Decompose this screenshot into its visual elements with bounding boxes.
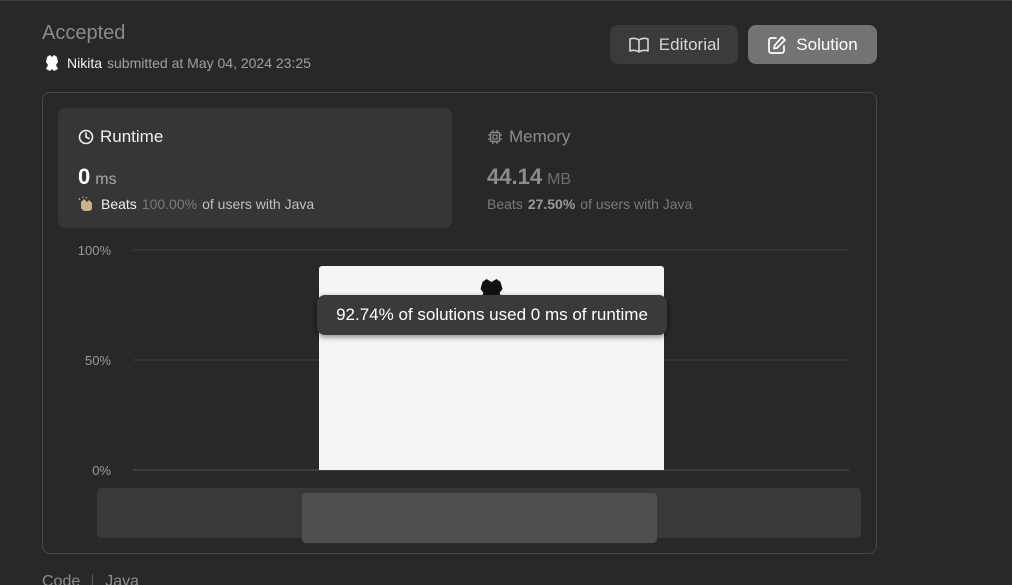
submission-detail-page: Accepted Nikita submitted at May 04, 202… xyxy=(0,0,1012,585)
submission-status: Accepted xyxy=(42,22,126,44)
memory-beats-label: Beats xyxy=(487,196,523,212)
book-open-icon xyxy=(628,37,649,53)
memory-label: Memory xyxy=(509,127,571,146)
memory-beats-row: Beats 27.50% of users with Java xyxy=(487,196,841,212)
runtime-bar-base xyxy=(319,466,664,470)
runtime-label: Runtime xyxy=(100,127,164,146)
runtime-beats-suffix: of users with Java xyxy=(202,196,315,212)
memory-unit: MB xyxy=(547,171,572,188)
code-separator xyxy=(92,574,94,585)
runtime-value-row: 0 ms xyxy=(78,164,432,190)
solution-button-label: Solution xyxy=(796,34,858,54)
submission-meta: Nikita submitted at May 04, 2024 23:25 xyxy=(42,53,311,73)
chip-icon xyxy=(488,130,502,144)
y-tick-label: 100% xyxy=(78,243,112,258)
avatar[interactable] xyxy=(42,53,62,73)
solution-button[interactable]: Solution xyxy=(748,25,877,64)
runtime-card[interactable]: Runtime 0 ms Beats 100.00% of users with… xyxy=(58,108,452,228)
range-scroll-thumb xyxy=(302,493,657,543)
y-tick-label: 0% xyxy=(92,463,111,478)
editorial-button-label: Editorial xyxy=(658,34,721,54)
memory-card-header: Memory xyxy=(487,127,841,147)
memory-value: 44.14 xyxy=(487,164,543,189)
runtime-card-header: Runtime xyxy=(78,127,432,147)
memory-beats-percent: 27.50% xyxy=(527,196,576,212)
editorial-button[interactable]: Editorial xyxy=(610,25,738,64)
code-label: Code xyxy=(42,573,81,585)
username-link[interactable]: Nikita xyxy=(67,55,102,71)
performance-panel: 100% 50% 0% Runtime 0 ms Beats 100.00% o… xyxy=(42,92,877,554)
runtime-value: 0 xyxy=(78,164,91,189)
clapping-hands-icon xyxy=(78,196,92,211)
runtime-beats-label: Beats xyxy=(101,196,137,212)
submitted-at-text: submitted at May 04, 2024 23:25 xyxy=(107,55,311,71)
runtime-beats-percent: 100.00% xyxy=(141,196,198,212)
memory-beats-suffix: of users with Java xyxy=(580,196,693,212)
user-avatar-icon xyxy=(46,55,58,71)
language-label: Java xyxy=(105,573,140,585)
code-section-header: Code Java xyxy=(42,573,139,585)
memory-card[interactable]: Memory 44.14 MB Beats 27.50% of users wi… xyxy=(467,108,861,228)
runtime-unit: ms xyxy=(95,171,117,188)
memory-value-row: 44.14 MB xyxy=(487,164,841,190)
chart-tooltip: 92.74% of solutions used 0 ms of runtime xyxy=(317,295,667,335)
y-tick-label: 50% xyxy=(85,353,111,368)
edit-icon xyxy=(768,35,787,54)
runtime-beats-row: Beats 100.00% of users with Java xyxy=(78,196,432,212)
clock-icon xyxy=(78,129,94,145)
